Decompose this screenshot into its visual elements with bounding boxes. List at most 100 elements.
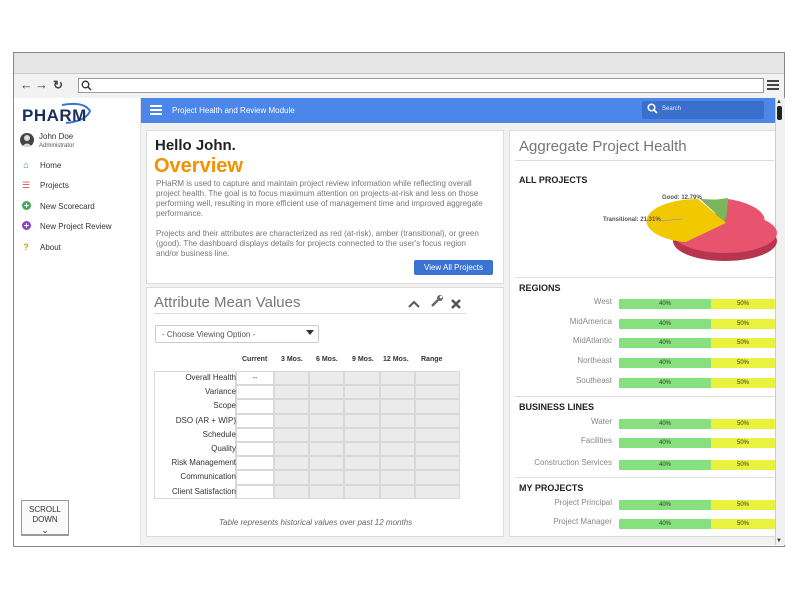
table-note: Table represents historical values over … [219, 518, 413, 527]
divider [515, 160, 774, 161]
table-cell [236, 399, 274, 414]
table-cell [274, 470, 309, 485]
sidebar-item-home[interactable]: ⌂ Home [20, 158, 61, 172]
table-cell [380, 427, 415, 442]
column-header: 12 Mos. [383, 356, 409, 363]
table-row-label: Variance [205, 387, 236, 397]
table-row-label: Overall Health [185, 373, 236, 382]
sidebar-item-label: New Project Review [40, 221, 112, 231]
column-header: 9 Mos. [352, 356, 374, 363]
table-cell [274, 413, 309, 428]
table-cell [236, 413, 274, 428]
page-title: Overview [154, 155, 243, 177]
table-cell [344, 399, 380, 414]
header-title: Project Health and Review Module [172, 106, 295, 115]
scroll-down-icon[interactable]: ▼ [776, 538, 782, 544]
browser-tab-strip [14, 53, 784, 74]
sidebar-item-label: New Scorecard [40, 201, 95, 211]
table-cell [344, 442, 380, 457]
forward-arrow-icon[interactable]: → [35, 78, 48, 92]
table-cell [309, 442, 344, 457]
table-cell [415, 413, 460, 428]
table-cell [415, 456, 460, 471]
reload-icon[interactable]: ↻ [53, 78, 63, 92]
table-cell: -- [236, 371, 274, 386]
browser-menu-icon[interactable] [767, 80, 779, 91]
close-icon[interactable] [451, 296, 461, 314]
scroll-down-button[interactable]: SCROLL DOWN ⌄ [21, 500, 69, 536]
table-cell [236, 456, 274, 471]
view-all-projects-button[interactable]: View All Projects [414, 260, 493, 275]
collapse-icon[interactable] [408, 296, 420, 314]
search-icon [81, 80, 92, 91]
back-arrow-icon[interactable]: ← [20, 78, 33, 92]
aggregate-title: Aggregate Project Health [519, 138, 687, 155]
table-cell [380, 470, 415, 485]
viewing-option-select[interactable]: - Choose Viewing Option - [155, 325, 319, 343]
table-cell [380, 371, 415, 386]
attribute-title: Attribute Mean Values [154, 294, 301, 311]
sidebar-item-about[interactable]: ? About [20, 240, 61, 254]
table-row-label: Communication [180, 472, 236, 482]
column-header: 3 Mos. [281, 356, 303, 363]
column-header: 6 Mos. [316, 356, 338, 363]
plus-circle-icon [20, 200, 32, 212]
table-cell [344, 413, 380, 428]
question-icon: ? [23, 242, 29, 252]
table-cell [380, 385, 415, 400]
table-cell [380, 413, 415, 428]
table-row-label: Schedule [202, 429, 236, 439]
table-cell [236, 442, 274, 457]
table-row-label: Risk Management [171, 458, 236, 468]
table-cell [236, 484, 274, 499]
sidebar-item-new-scorecard[interactable]: New Scorecard [20, 199, 95, 213]
attribute-table: Overall Health -- Variance Scope DSO (AR + W… [154, 371, 460, 499]
scroll-up-icon[interactable]: ▲ [776, 99, 782, 105]
table-cell [274, 456, 309, 471]
scroll-label: SCROLL [28, 505, 61, 514]
pie-label-good: Good: 12.79% [662, 195, 702, 201]
table-cell [380, 442, 415, 457]
chevron-down-icon [306, 330, 314, 335]
overview-paragraph: PHaRM is used to capture and maintain pr… [156, 179, 483, 218]
sidebar-item-label: Home [40, 160, 62, 170]
table-cell [309, 484, 344, 499]
table-cell [415, 371, 460, 386]
scrollbar-thumb[interactable] [777, 106, 782, 120]
sidebar-item-label: About [40, 242, 61, 252]
search-placeholder: Search [662, 106, 682, 112]
address-bar[interactable] [78, 78, 764, 93]
table-cell [380, 484, 415, 499]
table-cell [274, 385, 309, 400]
table-cell [415, 442, 460, 457]
search-input[interactable] [642, 101, 764, 119]
home-icon: ⌂ [23, 160, 29, 170]
table-cell [415, 470, 460, 485]
table-cell [309, 427, 344, 442]
search-icon [647, 103, 658, 117]
table-cell [309, 413, 344, 428]
table-cell [309, 456, 344, 471]
table-cell [380, 399, 415, 414]
wrench-icon[interactable] [430, 294, 444, 313]
table-cell [274, 371, 309, 386]
table-cell [309, 470, 344, 485]
table-cell [309, 371, 344, 386]
table-cell [415, 427, 460, 442]
avatar [20, 133, 34, 147]
page-scrollbar[interactable] [775, 98, 785, 545]
user-role: Administrator [39, 143, 75, 149]
sidebar-item-projects[interactable]: ☰ Projects [20, 178, 69, 192]
list-icon: ☰ [21, 179, 31, 190]
table-cell [236, 427, 274, 442]
sidebar-item-new-project-review[interactable]: New Project Review [20, 219, 112, 233]
table-cell [344, 427, 380, 442]
overview-paragraph: Projects and their attributes are charac… [156, 229, 479, 258]
table-cell [274, 399, 309, 414]
hamburger-menu-icon[interactable] [150, 105, 162, 116]
table-cell [309, 399, 344, 414]
table-cell [344, 385, 380, 400]
table-row-label: Scope [213, 401, 236, 411]
section-title: ALL PROJECTS [519, 175, 588, 185]
table-cell [344, 484, 380, 499]
